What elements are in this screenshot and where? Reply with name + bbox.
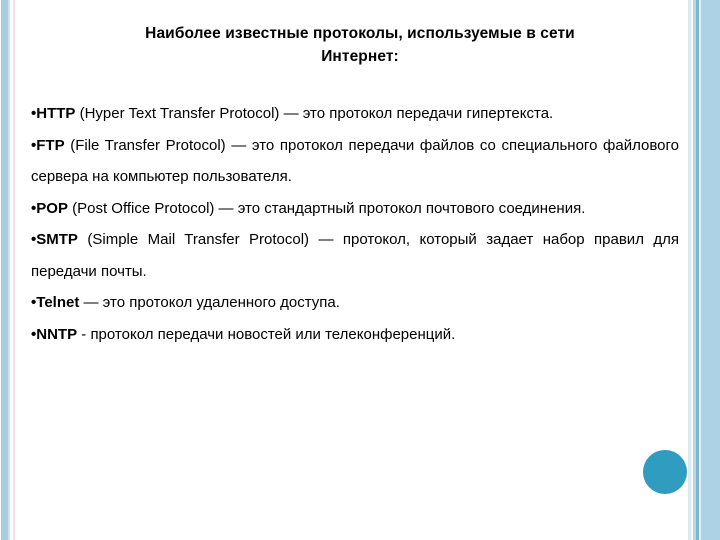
- list-item: •NNTP - протокол передачи новостей или т…: [31, 319, 679, 351]
- slide-title-line-1: Наиболее известные протоколы, используем…: [145, 25, 575, 42]
- slide: Наиболее известные протоколы, используем…: [0, 0, 720, 540]
- protocol-description: (Post Office Protocol) — это стандартный…: [67, 199, 586, 217]
- protocol-name: FTP: [36, 136, 65, 154]
- slide-title-line-2: Интернет:: [321, 48, 399, 65]
- list-item: •HTTP (Hyper Text Transfer Protocol) — э…: [31, 98, 679, 130]
- protocol-name: HTTP: [36, 105, 76, 122]
- protocol-description: — это протокол удаленного доступа.: [79, 294, 340, 311]
- blue-circle-decoration: [643, 450, 687, 494]
- protocol-list: •HTTP (Hyper Text Transfer Protocol) — э…: [31, 98, 679, 350]
- protocol-description: (File Transfer Protocol) — это протокол …: [31, 136, 679, 186]
- protocol-name: POP: [36, 199, 68, 217]
- protocol-name: SMTP: [36, 231, 78, 248]
- list-item: •Telnet — это протокол удаленного доступ…: [31, 287, 679, 319]
- list-item: •POP (Post Office Protocol) — это станда…: [31, 193, 679, 225]
- protocol-description: - протокол передачи новостей или телекон…: [77, 325, 456, 343]
- protocol-name: Telnet: [36, 294, 80, 311]
- protocol-description: (Hyper Text Transfer Protocol) — это про…: [75, 105, 554, 122]
- list-item: •FTP (File Transfer Protocol) — это прот…: [31, 130, 679, 193]
- protocol-name: NNTP: [36, 325, 78, 343]
- slide-content: Наиболее известные протоколы, используем…: [0, 0, 720, 540]
- slide-title: Наиболее известные протоколы, используем…: [60, 22, 660, 68]
- list-item: •SMTP (Simple Mail Transfer Protocol) — …: [31, 224, 679, 287]
- protocol-description: (Simple Mail Transfer Protocol) — проток…: [31, 231, 679, 280]
